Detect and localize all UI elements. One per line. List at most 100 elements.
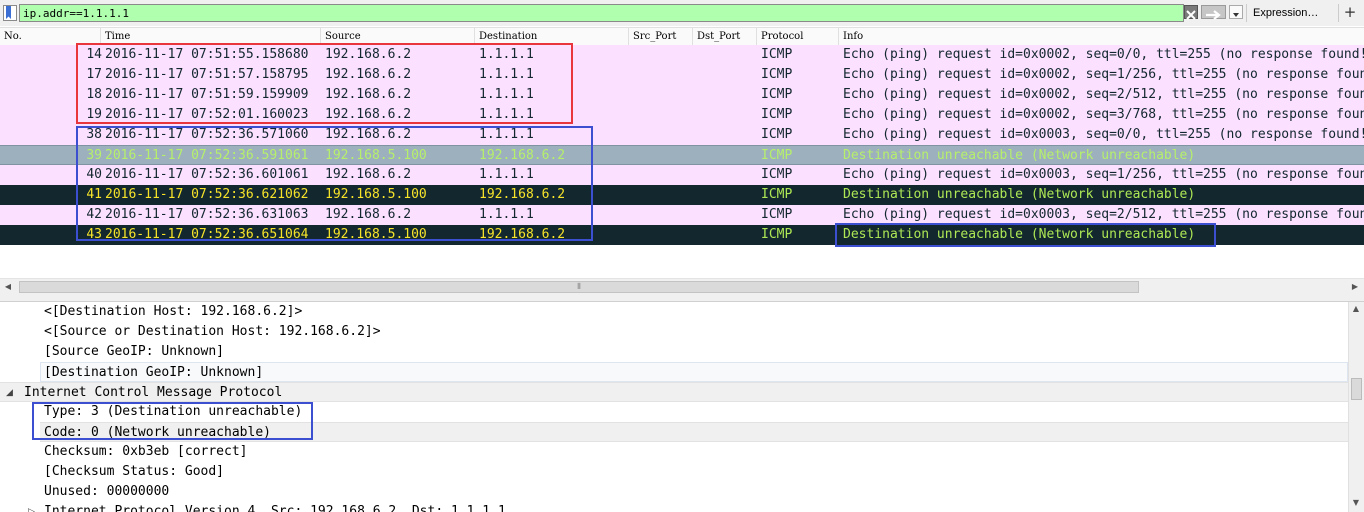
tree-line[interactable]: [Checksum Status: Good] xyxy=(0,462,1348,482)
scroll-down-icon[interactable]: ▼ xyxy=(1351,498,1361,507)
tree-line[interactable]: Checksum: 0xb3eb [correct] xyxy=(0,442,1348,462)
details-vscrollbar[interactable]: ▲ ▼ xyxy=(1348,302,1364,512)
packet-row[interactable]: 42 2016-11-17 07:52:36.631063 192.168.6.… xyxy=(0,205,1364,225)
packet-no: 18 xyxy=(86,87,102,102)
arrow-right-icon[interactable] xyxy=(1201,5,1226,20)
tree-line-icmp[interactable]: ◢ Internet Control Message Protocol xyxy=(0,382,1348,402)
packet-row[interactable]: 41 2016-11-17 07:52:36.621062 192.168.5.… xyxy=(0,185,1364,205)
packet-info: Echo (ping) request id=0x0002, seq=2/512… xyxy=(843,87,1364,102)
packet-row[interactable]: 19 2016-11-17 07:52:01.160023 192.168.6.… xyxy=(0,105,1364,125)
packet-time: 2016-11-17 07:52:36.571060 xyxy=(105,127,309,142)
packet-row[interactable]: 17 2016-11-17 07:51:57.158795 192.168.6.… xyxy=(0,65,1364,85)
tree-line[interactable]: Unused: 00000000 xyxy=(0,482,1348,502)
packet-protocol: ICMP xyxy=(761,107,793,122)
hscroll-thumb[interactable]: ⦀ xyxy=(19,281,1139,293)
expand-toggle-icon[interactable]: ◢ xyxy=(6,383,13,403)
tree-line-text: Code: 0 (Network unreachable) xyxy=(44,425,271,440)
packet-source: 192.168.6.2 xyxy=(325,67,412,82)
tree-line-text: <[Destination Host: 192.168.6.2]> xyxy=(44,304,303,319)
tree-line-text: [Source GeoIP: Unknown] xyxy=(44,344,225,359)
column-header-src-port[interactable]: Src_Port xyxy=(629,28,693,45)
tree-line-text: [Checksum Status: Good] xyxy=(44,464,225,479)
tree-line-text: <[Source or Destination Host: 192.168.6.… xyxy=(44,324,381,339)
chevron-down-icon[interactable] xyxy=(1229,5,1243,19)
packet-destination: 1.1.1.1 xyxy=(479,87,534,102)
packet-no: 41 xyxy=(86,187,102,202)
packet-protocol: ICMP xyxy=(761,167,793,182)
packet-time: 2016-11-17 07:52:36.601061 xyxy=(105,167,309,182)
packet-destination: 192.168.6.2 xyxy=(479,227,566,242)
scroll-right-icon[interactable]: ▶ xyxy=(1350,281,1360,293)
packet-info: Destination unreachable (Network unreach… xyxy=(843,227,1196,242)
packet-source: 192.168.5.100 xyxy=(325,148,427,163)
packet-destination: 1.1.1.1 xyxy=(479,167,534,182)
packet-list-hscrollbar[interactable]: ◀ ⦀ ▶ xyxy=(0,278,1364,295)
packet-row[interactable]: 43 2016-11-17 07:52:36.651064 192.168.5.… xyxy=(0,225,1364,245)
clear-icon[interactable] xyxy=(1184,5,1198,20)
packet-time: 2016-11-17 07:52:36.621062 xyxy=(105,187,309,202)
packet-time: 2016-11-17 07:51:57.158795 xyxy=(105,67,309,82)
packet-protocol: ICMP xyxy=(761,87,793,102)
tree-line-ipv4[interactable]: ▷ Internet Protocol Version 4, Src: 192.… xyxy=(0,502,1348,512)
packet-no: 19 xyxy=(86,107,102,122)
packet-destination: 1.1.1.1 xyxy=(479,207,534,222)
packet-source: 192.168.5.100 xyxy=(325,227,427,242)
packet-source: 192.168.5.100 xyxy=(325,187,427,202)
column-header-source[interactable]: Source xyxy=(321,28,475,45)
packet-no: 14 xyxy=(86,47,102,62)
tree-line[interactable]: [Source GeoIP: Unknown] xyxy=(0,342,1348,362)
tree-line-text: Checksum: 0xb3eb [correct] xyxy=(44,444,248,459)
column-header-time[interactable]: Time xyxy=(101,28,321,45)
packet-no: 38 xyxy=(86,127,102,142)
tree-line[interactable]: Code: 0 (Network unreachable) xyxy=(40,422,1348,442)
tree-line-text: Internet Control Message Protocol xyxy=(24,385,283,400)
expand-toggle-icon[interactable]: ▷ xyxy=(28,502,35,512)
packet-row[interactable]: 18 2016-11-17 07:51:59.159909 192.168.6.… xyxy=(0,85,1364,105)
packet-protocol: ICMP xyxy=(761,207,793,222)
packet-protocol: ICMP xyxy=(761,187,793,202)
packet-destination: 1.1.1.1 xyxy=(479,47,534,62)
column-header-info[interactable]: Info xyxy=(839,28,1364,45)
tree-line[interactable]: Type: 3 (Destination unreachable) xyxy=(0,402,1348,422)
tree-line[interactable]: <[Source or Destination Host: 192.168.6.… xyxy=(0,322,1348,342)
packet-source: 192.168.6.2 xyxy=(325,207,412,222)
pane-splitter[interactable] xyxy=(0,295,1364,302)
packet-time: 2016-11-17 07:52:36.591061 xyxy=(105,148,309,163)
packet-source: 192.168.6.2 xyxy=(325,127,412,142)
display-filter-input[interactable] xyxy=(19,4,1184,22)
packet-no: 39 xyxy=(86,148,102,163)
packet-time: 2016-11-17 07:52:36.651064 xyxy=(105,227,309,242)
grip-icon: ⦀ xyxy=(577,282,581,291)
tree-line[interactable]: <[Destination Host: 192.168.6.2]> xyxy=(0,302,1348,322)
packet-destination: 1.1.1.1 xyxy=(479,107,534,122)
tree-line-text: Unused: 00000000 xyxy=(44,484,170,499)
packet-list: 14 2016-11-17 07:51:55.158680 192.168.6.… xyxy=(0,45,1364,245)
packet-row[interactable]: 40 2016-11-17 07:52:36.601061 192.168.6.… xyxy=(0,165,1364,185)
packet-source: 192.168.6.2 xyxy=(325,167,412,182)
tree-line[interactable]: [Destination GeoIP: Unknown] xyxy=(40,362,1348,382)
vscroll-thumb[interactable] xyxy=(1351,378,1362,400)
column-header-no[interactable]: No. xyxy=(0,28,101,45)
scroll-left-icon[interactable]: ◀ xyxy=(3,281,13,293)
column-header-dst-port[interactable]: Dst_Port xyxy=(693,28,757,45)
packet-info: Echo (ping) request id=0x0003, seq=2/512… xyxy=(843,207,1364,222)
packet-protocol: ICMP xyxy=(761,47,793,62)
bookmark-icon[interactable] xyxy=(3,5,17,21)
expression-button[interactable]: Expression… xyxy=(1246,4,1343,22)
packet-row-selected[interactable]: 39 2016-11-17 07:52:36.591061 192.168.5.… xyxy=(0,145,1364,165)
packet-protocol: ICMP xyxy=(761,227,793,242)
tree-line-text: [Destination GeoIP: Unknown] xyxy=(44,365,264,380)
packet-row[interactable]: 14 2016-11-17 07:51:55.158680 192.168.6.… xyxy=(0,45,1364,65)
packet-info: Destination unreachable (Network unreach… xyxy=(843,187,1196,202)
packet-source: 192.168.6.2 xyxy=(325,47,412,62)
packet-protocol: ICMP xyxy=(761,127,793,142)
packet-no: 40 xyxy=(86,167,102,182)
packet-info: Echo (ping) request id=0x0003, seq=0/0, … xyxy=(843,127,1364,142)
scroll-up-icon[interactable]: ▲ xyxy=(1351,304,1361,313)
column-header-destination[interactable]: Destination xyxy=(475,28,629,45)
packet-list-header: No. Time Source Destination Src_Port Dst… xyxy=(0,27,1364,46)
packet-destination: 1.1.1.1 xyxy=(479,127,534,142)
add-filter-button[interactable]: + xyxy=(1338,4,1361,22)
packet-row[interactable]: 38 2016-11-17 07:52:36.571060 192.168.6.… xyxy=(0,125,1364,145)
column-header-protocol[interactable]: Protocol xyxy=(757,28,839,45)
